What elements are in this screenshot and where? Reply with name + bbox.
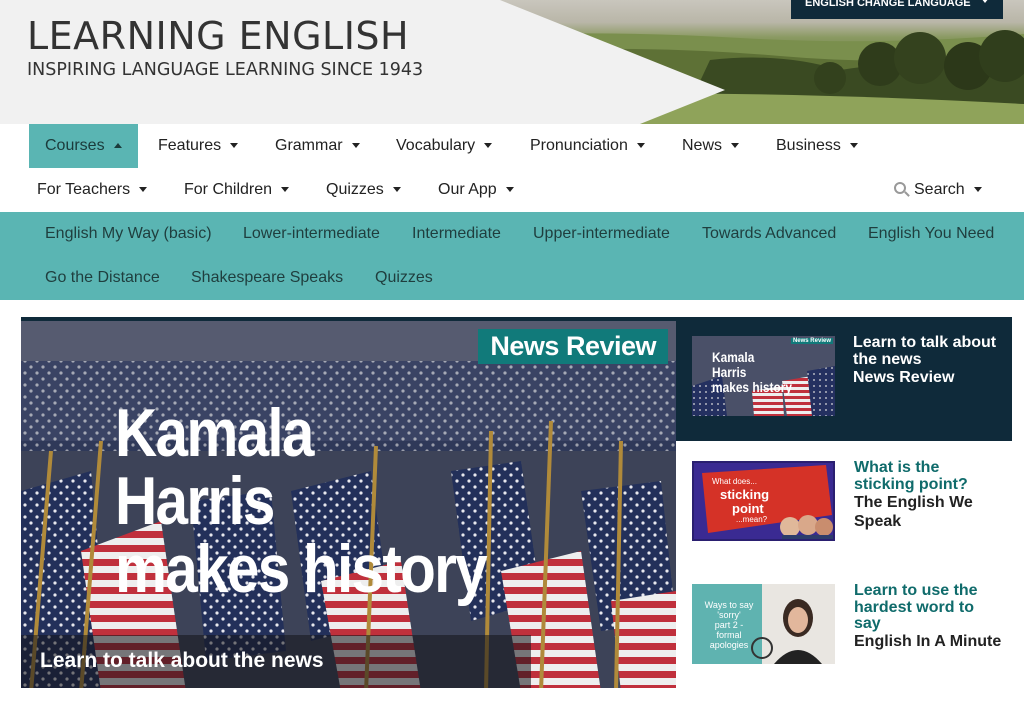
thumb-text-line: Kamala xyxy=(712,349,755,365)
nav-for-children[interactable]: For Children xyxy=(168,168,305,212)
subnav-quizzes[interactable]: Quizzes xyxy=(375,256,433,300)
subnav-upper-intermediate[interactable]: Upper-intermediate xyxy=(533,212,670,256)
thumb-text-line: formal xyxy=(716,630,742,640)
subnav-intermediate[interactable]: Intermediate xyxy=(412,212,501,256)
card-thumbnail-sorry[interactable]: Ways to say 'sorry' part 2 - formal apol… xyxy=(692,584,835,664)
chevron-down-icon xyxy=(351,143,360,149)
subnav-lower-intermediate[interactable]: Lower-intermediate xyxy=(243,212,380,256)
chevron-down-icon xyxy=(230,143,239,149)
thumb-keyword: point xyxy=(732,501,764,516)
card-thumbnail-sticking-point[interactable]: What does... sticking point ...mean? xyxy=(692,461,835,541)
headline-line: Kamala xyxy=(115,395,314,471)
thumb-badge: News Review xyxy=(790,338,833,344)
nav-our-app[interactable]: Our App xyxy=(422,168,530,212)
nav-label: Features xyxy=(158,137,222,154)
hero-feature[interactable]: News Review Kamala Harris makes history … xyxy=(21,317,676,688)
card-subtitle: The English We Speak xyxy=(854,494,973,530)
change-language-label: ENGLISH CHANGE LANGUAGE xyxy=(805,0,971,9)
site-header: LEARNING ENGLISH INSPIRING LANGUAGE LEAR… xyxy=(0,0,1024,124)
main-nav: Courses Features Grammar Vocabulary Pron… xyxy=(0,124,1024,212)
card-subtitle: News Review xyxy=(853,369,955,386)
subnav-shakespeare-speaks[interactable]: Shakespeare Speaks xyxy=(191,256,343,300)
chevron-down-icon xyxy=(281,187,290,193)
thumb-headline: Kamala Harris makes history xyxy=(712,350,792,395)
card-thumbnail-news-review[interactable]: News Review Kamala Harris makes history xyxy=(692,336,835,416)
chevron-down-icon xyxy=(849,143,858,149)
card-title[interactable]: Learn to talk about the news xyxy=(853,334,1003,368)
card-title[interactable]: What is the sticking point? xyxy=(854,459,1004,493)
chevron-down-icon xyxy=(731,143,740,149)
nav-business[interactable]: Business xyxy=(760,124,874,168)
news-review-badge: News Review xyxy=(478,329,668,364)
thumb-keyword: sticking xyxy=(720,487,770,502)
hero-caption[interactable]: Learn to talk about the news xyxy=(21,635,531,688)
chevron-down-icon xyxy=(139,187,148,193)
nav-for-teachers[interactable]: For Teachers xyxy=(21,168,163,212)
chevron-down-icon xyxy=(505,187,514,193)
nav-pronunciation[interactable]: Pronunciation xyxy=(514,124,661,168)
thumb-caption: Ways to say 'sorry' part 2 - formal apol… xyxy=(700,600,758,650)
nav-label: Business xyxy=(776,137,841,154)
nav-news[interactable]: News xyxy=(666,124,755,168)
headline-line: makes history xyxy=(115,531,488,607)
nav-label: Vocabulary xyxy=(396,137,476,154)
card-title[interactable]: Learn to use the hardest word to say xyxy=(854,582,1004,633)
nav-label: Our App xyxy=(438,181,497,198)
nav-label: Pronunciation xyxy=(530,137,628,154)
chevron-down-icon xyxy=(392,187,401,193)
site-title[interactable]: LEARNING ENGLISH xyxy=(27,14,409,58)
search-label: Search xyxy=(914,181,965,198)
change-language-button[interactable]: ENGLISH CHANGE LANGUAGE xyxy=(791,0,1003,19)
nav-quizzes[interactable]: Quizzes xyxy=(310,168,417,212)
subnav-go-the-distance[interactable]: Go the Distance xyxy=(45,256,160,300)
thumb-question-end: ...mean? xyxy=(736,515,768,524)
subnav-english-you-need[interactable]: English You Need xyxy=(868,212,994,256)
nav-label: Courses xyxy=(45,137,105,154)
subnav-english-my-way[interactable]: English My Way (basic) xyxy=(45,212,212,256)
chevron-down-icon xyxy=(973,187,982,193)
nav-label: For Children xyxy=(184,181,273,198)
nav-vocabulary[interactable]: Vocabulary xyxy=(380,124,508,168)
thumb-text-line: apologies xyxy=(709,640,749,650)
nav-grammar[interactable]: Grammar xyxy=(259,124,376,168)
nav-label: For Teachers xyxy=(37,181,131,198)
nav-label: Quizzes xyxy=(326,181,384,198)
nav-label: Grammar xyxy=(275,137,343,154)
headline-line: Harris xyxy=(115,463,275,539)
thumb-text-line: makes history xyxy=(712,379,793,395)
chevron-down-icon xyxy=(636,143,645,149)
thumb-question: What does... xyxy=(712,477,757,486)
chevron-down-icon xyxy=(981,0,989,3)
search-button[interactable]: Search xyxy=(878,168,998,212)
card-subtitle: English In A Minute xyxy=(854,633,1002,650)
thumb-text-line: part 2 - xyxy=(714,620,744,630)
search-icon xyxy=(894,181,906,194)
chevron-up-icon xyxy=(113,143,122,149)
thumb-text-line: 'sorry' xyxy=(717,610,741,620)
hero-headline: Kamala Harris makes history xyxy=(115,395,488,607)
courses-subnav: English My Way (basic) Lower-intermediat… xyxy=(0,212,1024,300)
subnav-towards-advanced[interactable]: Towards Advanced xyxy=(702,212,836,256)
nav-features[interactable]: Features xyxy=(142,124,254,168)
thumb-text-line: Harris xyxy=(712,364,747,380)
nav-courses[interactable]: Courses xyxy=(29,124,138,168)
nav-label: News xyxy=(682,137,723,154)
site-subtitle: INSPIRING LANGUAGE LEARNING SINCE 1943 xyxy=(27,60,424,80)
thumb-text-line: Ways to say xyxy=(704,600,754,610)
chevron-down-icon xyxy=(484,143,493,149)
